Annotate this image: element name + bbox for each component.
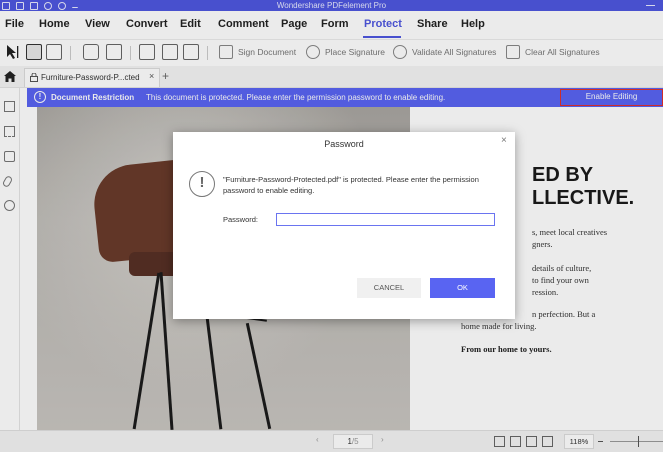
warning-icon: !	[189, 171, 215, 197]
cancel-button[interactable]: CANCEL	[357, 278, 421, 298]
dialog-close-icon[interactable]: ×	[501, 135, 507, 146]
ok-button[interactable]: OK	[430, 278, 495, 298]
password-input[interactable]	[276, 213, 495, 226]
password-dialog: Password × ! "Furniture-Password-Protect…	[173, 132, 515, 319]
dialog-message: "Furniture-Password-Protected.pdf" is pr…	[223, 175, 479, 195]
dialog-title: Password	[324, 139, 364, 149]
password-label: Password:	[223, 215, 259, 224]
app-window: Wondershare PDFelement Pro File Home Vie…	[0, 0, 663, 452]
